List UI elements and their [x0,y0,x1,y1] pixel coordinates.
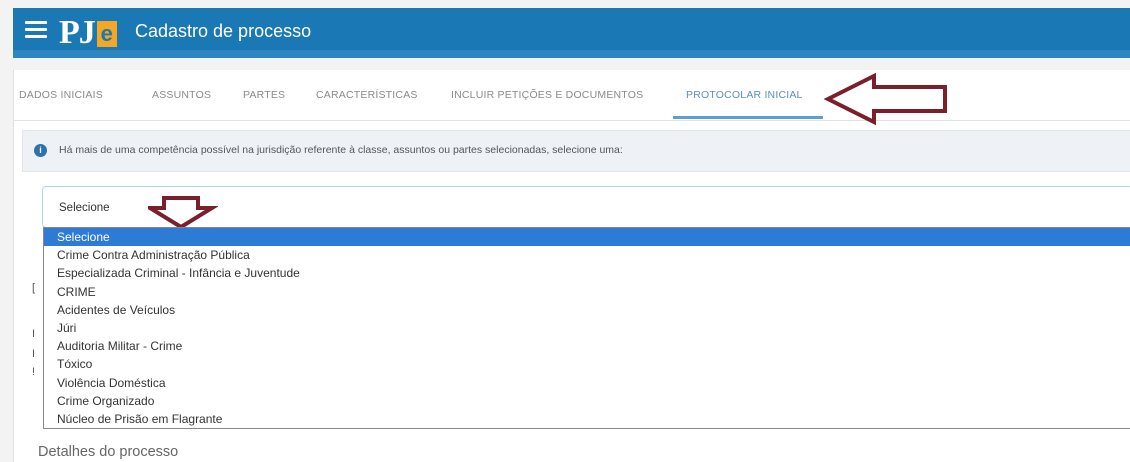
left-arrow-annotation-icon [824,72,947,126]
tab-protocolar-inicial[interactable]: PROTOCOLAR INICIAL [686,89,803,101]
select-current-value: Selecione [59,202,110,214]
option-acidentes-de-veiculos[interactable]: Acidentes de Veículos [44,301,1130,319]
pje-logo: PJ e [59,14,117,50]
wizard-tabs: DADOS INICIAIS ASSUNTOS PARTES CARACTERÍ… [14,70,1130,121]
logo-badge: e [96,21,117,47]
down-arrow-annotation-icon [148,196,218,230]
option-auditoria-militar-crime[interactable]: Auditoria Militar - Crime [44,337,1130,355]
tab-partes[interactable]: PARTES [243,89,285,101]
process-details-heading: Detalhes do processo [38,444,179,460]
tab-caracteristicas[interactable]: CARACTERÍSTICAS [316,89,418,101]
option-selecione[interactable]: Selecione [44,228,1130,247]
partial-label: I [32,328,36,340]
option-violencia-domestica[interactable]: Violência Doméstica [44,374,1130,392]
active-tab-indicator [673,116,823,119]
tab-dados-iniciais[interactable]: DADOS INICIAIS [19,89,103,101]
competencia-options-list[interactable]: Selecione Crime Contra Administração Púb… [43,227,1130,429]
info-icon: i [34,144,47,157]
option-crime-contra-administracao-publica[interactable]: Crime Contra Administração Pública [44,246,1130,264]
header-accent [13,50,1130,58]
tab-incluir-peticoes[interactable]: INCLUIR PETIÇÕES E DOCUMENTOS [451,89,643,101]
partial-label: ! [32,366,36,378]
app-header: PJ e Cadastro de processo [13,8,1130,58]
option-crime[interactable]: CRIME [44,283,1130,301]
hamburger-menu-icon[interactable] [25,21,47,41]
partial-label: [ [32,282,36,294]
alert-message: Há mais de uma competência possível na j… [59,144,623,156]
option-crime-organizado[interactable]: Crime Organizado [44,392,1130,410]
option-toxico[interactable]: Tóxico [44,355,1130,373]
info-alert: i Há mais de uma competência possível na… [22,130,1130,172]
partial-label: I [32,348,36,360]
option-juri[interactable]: Júri [44,319,1130,337]
process-form-panel: DADOS INICIAIS ASSUNTOS PARTES CARACTERÍ… [13,70,1130,462]
option-especializada-criminal-infancia-juventude[interactable]: Especializada Criminal - Infância e Juve… [44,264,1130,282]
tab-assuntos[interactable]: ASSUNTOS [152,89,211,101]
page-title: Cadastro de processo [135,21,312,41]
logo-text: PJ [59,14,96,51]
option-nucleo-prisao-flagrante[interactable]: Núcleo de Prisão em Flagrante [44,410,1130,428]
